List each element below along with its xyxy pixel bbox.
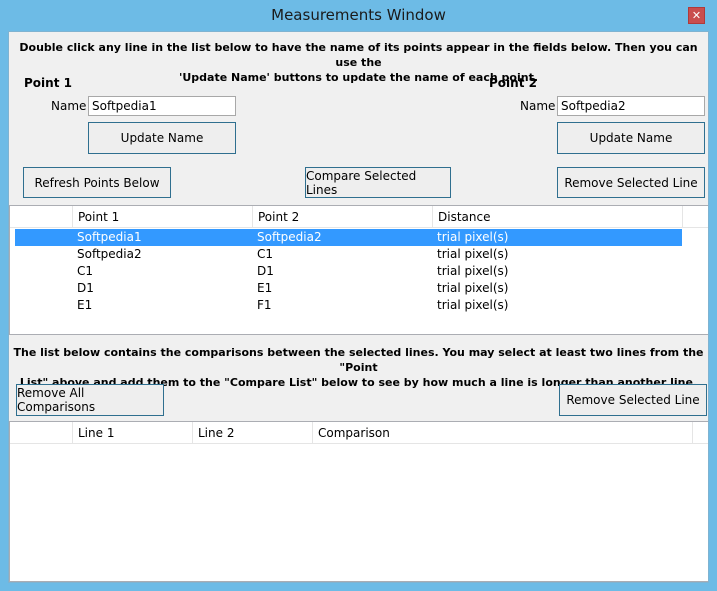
table-cell: Softpedia2 <box>257 230 322 244</box>
intro-line-2: 'Update Name' buttons to update the name… <box>178 71 539 84</box>
table-row[interactable]: C1 D1 trial pixel(s) <box>15 263 682 280</box>
header-distance[interactable]: Distance <box>432 206 682 228</box>
table-row[interactable]: Softpedia2 C1 trial pixel(s) <box>15 246 682 263</box>
table-cell: E1 <box>77 298 93 312</box>
point1-update-name-button[interactable]: Update Name <box>88 122 236 154</box>
compare-selected-lines-button[interactable]: Compare Selected Lines <box>305 167 451 198</box>
compare-info-line-1: The list below contains the comparisons … <box>13 346 704 374</box>
header-line2[interactable]: Line 2 <box>192 422 312 444</box>
table-cell: trial pixel(s) <box>437 247 509 261</box>
points-list-header: Point 1 Point 2 Distance <box>10 206 708 228</box>
header-filler <box>682 206 708 228</box>
table-cell: D1 <box>77 281 94 295</box>
remove-all-comparisons-button[interactable]: Remove All Comparisons <box>16 384 164 416</box>
point2-name-field[interactable] <box>557 96 705 116</box>
point2-name-label: Name <box>520 99 556 113</box>
header-comparison[interactable]: Comparison <box>312 422 692 444</box>
point2-update-name-button[interactable]: Update Name <box>557 122 705 154</box>
table-cell: E1 <box>257 281 273 295</box>
table-cell: C1 <box>257 247 274 261</box>
header-point1[interactable]: Point 1 <box>72 206 252 228</box>
points-list[interactable]: Point 1 Point 2 Distance Softpedia1 Softp… <box>9 205 708 335</box>
client-area: Double click any line in the list below … <box>8 31 709 583</box>
table-cell: F1 <box>257 298 272 312</box>
header-point2[interactable]: Point 2 <box>252 206 432 228</box>
table-cell: trial pixel(s) <box>437 298 509 312</box>
window-title: Measurements Window <box>271 6 446 24</box>
table-row[interactable]: E1 F1 trial pixel(s) <box>15 297 682 314</box>
table-cell: Softpedia2 <box>77 247 142 261</box>
point2-heading: Point 2 <box>489 76 537 90</box>
point1-name-field[interactable] <box>88 96 236 116</box>
table-cell: trial pixel(s) <box>437 230 509 244</box>
remove-selected-comparison-button[interactable]: Remove Selected Line <box>559 384 707 416</box>
intro-line-1: Double click any line in the list below … <box>19 41 698 69</box>
intro-text: Double click any line in the list below … <box>9 40 708 85</box>
compare-header-spacer <box>10 422 72 444</box>
table-cell: trial pixel(s) <box>437 264 509 278</box>
table-row[interactable]: Softpedia1 Softpedia2 trial pixel(s) <box>15 229 682 246</box>
header-line1[interactable]: Line 1 <box>72 422 192 444</box>
header-spacer <box>10 206 72 228</box>
table-row[interactable]: D1 E1 trial pixel(s) <box>15 280 682 297</box>
point1-name-label: Name <box>51 99 87 113</box>
title-bar: Measurements Window ✕ <box>0 0 717 31</box>
table-cell: trial pixel(s) <box>437 281 509 295</box>
refresh-points-button[interactable]: Refresh Points Below <box>23 167 171 198</box>
close-button[interactable]: ✕ <box>688 7 705 24</box>
compare-list[interactable]: Line 1 Line 2 Comparison <box>9 421 708 582</box>
close-icon: ✕ <box>691 9 702 22</box>
compare-list-header: Line 1 Line 2 Comparison <box>10 422 708 444</box>
point1-heading: Point 1 <box>24 76 72 90</box>
measurements-window: Measurements Window ✕ Double click any l… <box>0 0 717 591</box>
remove-selected-line-button[interactable]: Remove Selected Line <box>557 167 705 198</box>
table-cell: C1 <box>77 264 94 278</box>
table-cell: Softpedia1 <box>77 230 142 244</box>
compare-header-filler <box>692 422 708 444</box>
table-cell: D1 <box>257 264 274 278</box>
